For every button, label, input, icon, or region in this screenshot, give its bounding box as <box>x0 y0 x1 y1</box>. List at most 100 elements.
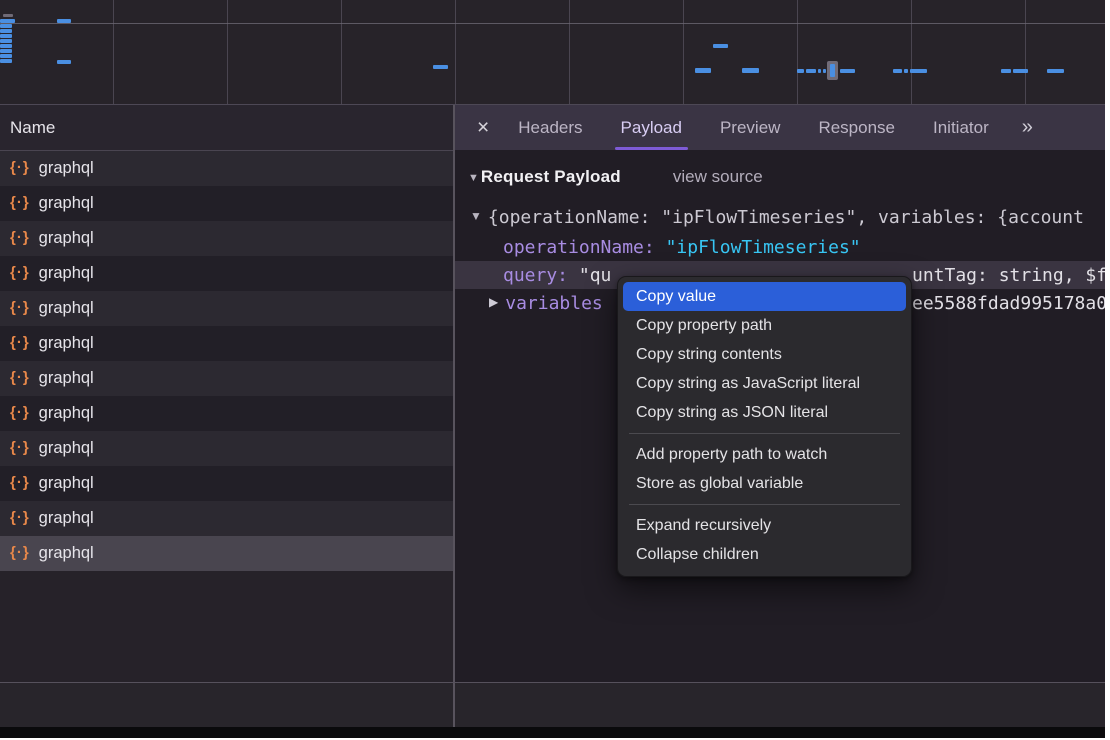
expander-icon[interactable]: ▼ <box>470 209 482 223</box>
tab-preview[interactable]: Preview <box>718 105 782 150</box>
more-tabs-icon[interactable]: » <box>1022 116 1031 139</box>
overview-gridline <box>911 0 912 104</box>
request-name: graphql <box>39 159 94 178</box>
overview-gridline <box>1025 0 1026 104</box>
menu-item-copy-string-as-javascript-literal[interactable]: Copy string as JavaScript literal <box>623 369 906 398</box>
request-row[interactable]: {·}graphql <box>0 326 453 361</box>
json-braces-icon: {·} <box>10 264 30 281</box>
menu-item-copy-value[interactable]: Copy value <box>623 282 906 311</box>
request-name: graphql <box>39 194 94 213</box>
request-timing-bar <box>0 24 12 28</box>
overview-gridline <box>683 0 684 104</box>
request-name: graphql <box>39 439 94 458</box>
request-timing-bar <box>0 44 12 48</box>
request-timing-bar <box>0 54 12 58</box>
request-row[interactable]: {·}graphql <box>0 186 453 221</box>
request-timing-bar <box>0 49 12 53</box>
menu-item-copy-string-as-json-literal[interactable]: Copy string as JSON literal <box>623 398 906 427</box>
name-column-header[interactable]: Name <box>0 105 453 151</box>
overview-lane-line <box>0 23 1105 24</box>
json-braces-icon: {·} <box>10 369 30 386</box>
close-icon[interactable]: × <box>477 117 489 138</box>
json-braces-icon: {·} <box>10 299 30 316</box>
request-row[interactable]: {·} graphql <box>0 151 453 186</box>
request-timing-bar <box>0 19 15 23</box>
request-timing-bar <box>904 69 908 73</box>
request-name: graphql <box>39 509 94 528</box>
request-timing-bar <box>57 19 71 23</box>
request-timing-bar <box>713 44 728 48</box>
request-timing-bar <box>823 69 826 73</box>
request-name: graphql <box>39 474 94 493</box>
request-timing-bar <box>0 39 12 43</box>
section-expander-icon[interactable]: ▼ <box>468 172 479 184</box>
request-timing-bar <box>1013 69 1028 73</box>
request-timing-bar <box>0 34 12 38</box>
request-timing-bar <box>1001 69 1011 73</box>
menu-item-expand-recursively[interactable]: Expand recursively <box>623 511 906 540</box>
request-row[interactable]: {·} graphql <box>0 361 453 396</box>
request-timing-bar <box>0 59 12 63</box>
overview-gridline <box>113 0 114 104</box>
view-source-link[interactable]: view source <box>673 167 763 187</box>
request-name: graphql <box>39 544 94 563</box>
request-payload-section-header: ▼ Request Payload view source <box>468 167 763 187</box>
menu-item-collapse-children[interactable]: Collapse children <box>623 540 906 569</box>
request-timing-bar <box>1047 69 1064 73</box>
request-timing-bar <box>818 69 821 73</box>
menu-divider <box>629 433 900 434</box>
menu-divider <box>629 504 900 505</box>
json-braces-icon: {·} <box>10 439 30 456</box>
overview-gridline <box>569 0 570 104</box>
json-braces-icon: {·} <box>10 544 30 561</box>
request-name: graphql <box>39 264 94 283</box>
menu-item-copy-string-contents[interactable]: Copy string contents <box>623 340 906 369</box>
collapsed-expander-icon[interactable]: ▶ <box>489 295 498 309</box>
request-timing-bar <box>910 69 927 73</box>
request-row[interactable]: {·} graphql <box>0 536 453 571</box>
tab-response[interactable]: Response <box>816 105 897 150</box>
devtools-network-panel: Name {·} graphql {·} graphql {·} graphql {·} gr… <box>0 0 1105 738</box>
tab-initiator[interactable]: Initiator <box>931 105 991 150</box>
request-row[interactable]: {·} graphql <box>0 291 453 326</box>
overview-gridline <box>341 0 342 104</box>
property-value: "ipFlowTimeseries" <box>666 237 861 258</box>
property-row-operation-name[interactable]: operationName: "ipFlowTimeseries" <box>455 233 1105 261</box>
payload-root-row[interactable]: ▼ {operationName: "ipFlowTimeseries", va… <box>455 203 1105 231</box>
request-name: graphql <box>39 334 94 353</box>
request-row[interactable]: {·}graphql <box>0 221 453 256</box>
request-name: graphql <box>39 404 94 423</box>
menu-item-store-as-global-variable[interactable]: Store as global variable <box>623 469 906 498</box>
tab-headers[interactable]: Headers <box>516 105 584 150</box>
variables-overflow-text: ee5588fdad995178a0 <box>912 289 1105 317</box>
overview-gridline <box>797 0 798 104</box>
name-column-label: Name <box>10 118 55 138</box>
request-row[interactable]: {·} graphql <box>0 466 453 501</box>
property-value-right: untTag: string, $f <box>912 261 1105 289</box>
request-timing-bar <box>893 69 902 73</box>
property-key: operationName: <box>503 237 655 258</box>
details-tab-bar: × Headers Payload Preview Response Initiator… <box>455 105 1105 150</box>
request-timing-bar <box>433 65 448 69</box>
request-name: graphql <box>39 369 94 388</box>
request-row[interactable]: {·} graphql <box>0 501 453 536</box>
json-braces-icon: {·} <box>10 509 30 526</box>
request-row[interactable]: {·} graphql <box>0 256 453 291</box>
request-timing-bar <box>797 69 804 73</box>
request-row[interactable]: {·} graphql <box>0 431 453 466</box>
request-row[interactable]: {·} graphql <box>0 396 453 431</box>
json-braces-icon: {·} <box>10 159 30 176</box>
request-timing-bar <box>840 69 855 73</box>
menu-item-add-property-path-to-watch[interactable]: Add property path to watch <box>623 440 906 469</box>
section-title: Request Payload <box>481 167 621 187</box>
menu-item-copy-property-path[interactable]: Copy property path <box>623 311 906 340</box>
json-braces-icon: {·} <box>10 474 30 491</box>
tab-payload[interactable]: Payload <box>619 105 684 150</box>
property-key: query: <box>503 265 568 286</box>
window-bottom-edge <box>0 727 1105 738</box>
request-timing-bar <box>742 68 759 73</box>
json-braces-icon: {·} <box>10 404 30 421</box>
network-overview-waterfall[interactable] <box>0 0 1105 105</box>
request-name: graphql <box>39 299 94 318</box>
panel-footer <box>0 683 1105 727</box>
